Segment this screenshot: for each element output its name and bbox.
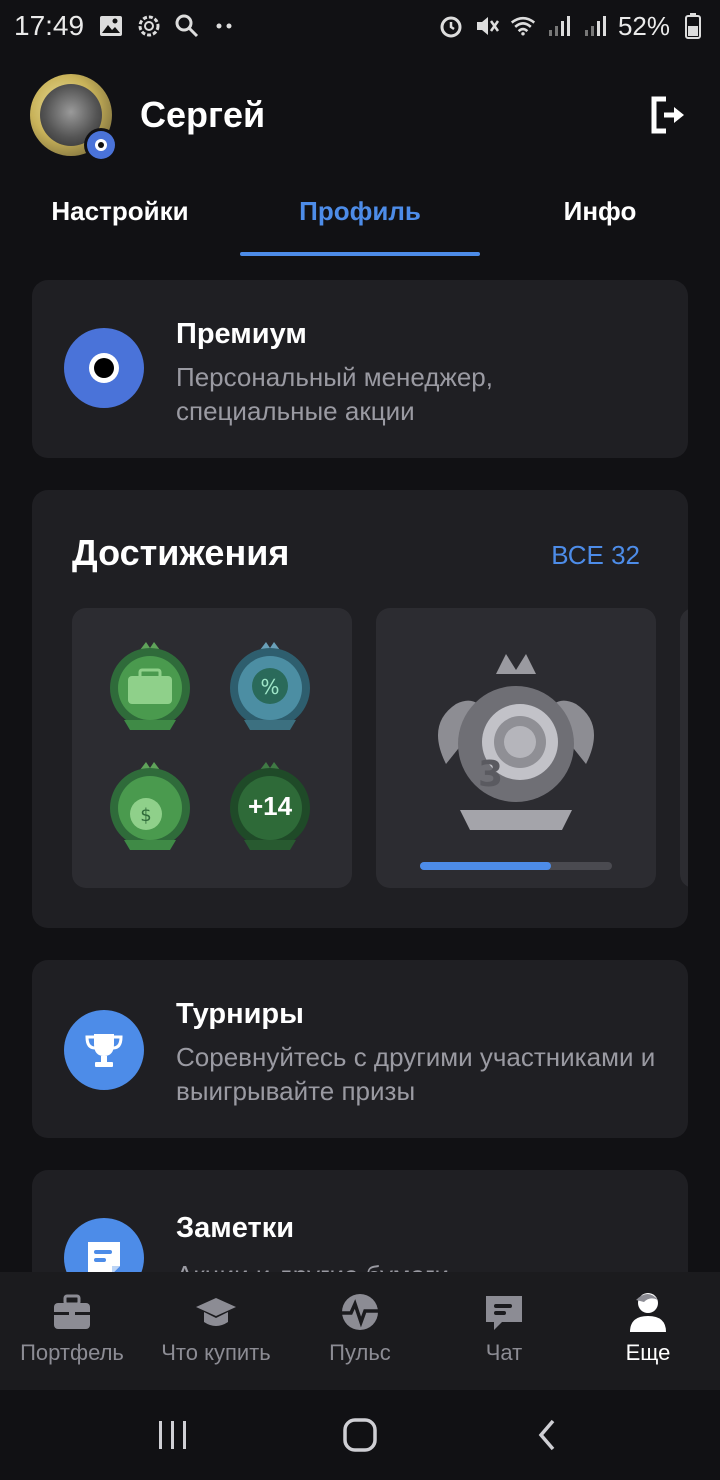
achievement-progress-fill: [420, 862, 551, 870]
alarm-icon: [438, 13, 464, 39]
nav-item-pulse[interactable]: Пульс: [288, 1272, 432, 1390]
battery-level: 52%: [617, 10, 670, 41]
premium-badge: [84, 128, 118, 162]
premium-card[interactable]: Премиум Персональный менеджер, специальн…: [32, 280, 688, 458]
status-time: 17:49: [14, 10, 85, 41]
achievements-card: Достижения ВСЕ 32 % $ +14 3: [32, 490, 688, 928]
nav-label-chat: Чат: [485, 1340, 523, 1365]
notes-title: Заметки: [176, 1212, 295, 1244]
tab-info[interactable]: Инфо: [480, 180, 720, 256]
status-icons-left: [98, 13, 238, 39]
graduation-cap-icon: [196, 1298, 236, 1326]
logout-icon[interactable]: [646, 93, 690, 137]
nav-item-portfolio[interactable]: Портфель: [0, 1272, 144, 1390]
back-icon[interactable]: [525, 1413, 569, 1457]
briefcase-icon: [54, 1294, 90, 1329]
premium-subtitle: Персональный менеджер, специальные акции: [176, 362, 493, 426]
tab-settings[interactable]: Настройки: [0, 180, 240, 256]
bottom-navigation: Портфель Что купить Пульс Чат Еще: [0, 1272, 720, 1390]
premium-icon: [64, 328, 144, 408]
achievements-title: Достижения: [72, 532, 290, 573]
signal-icon: [546, 13, 572, 39]
gallery-icon: [98, 13, 124, 39]
trophy-icon: [64, 1010, 144, 1090]
recent-apps-icon[interactable]: [151, 1413, 195, 1457]
svg-text:3: 3: [478, 754, 503, 795]
svg-text:%: %: [260, 675, 279, 699]
tournaments-subtitle: Соревнуйтесь с другими участниками и выи…: [176, 1042, 656, 1106]
briefcase-medal-icon: [102, 638, 198, 734]
profile-header: Сергей: [30, 70, 690, 162]
status-icons-right: 52%: [438, 11, 706, 42]
money-bag-medal-icon: $: [102, 758, 198, 854]
tab-profile[interactable]: Профиль: [240, 180, 480, 256]
mute-icon: [474, 13, 500, 39]
settings-gear-icon: [136, 13, 162, 39]
next-achievement-tile[interactable]: [680, 608, 688, 888]
wifi-icon: [510, 13, 536, 39]
svg-text:$: $: [140, 805, 151, 826]
pulse-icon: [342, 1294, 378, 1330]
system-navigation-bar: [0, 1390, 720, 1480]
nav-label-what-to-buy: Что купить: [161, 1340, 271, 1365]
nav-item-chat[interactable]: Чат: [432, 1272, 576, 1390]
achievements-all-link[interactable]: ВСЕ 32: [551, 540, 640, 571]
profile-tabs: Настройки Профиль Инфо: [0, 180, 720, 256]
more-dots-icon: [212, 13, 238, 39]
battery-icon: [680, 13, 706, 39]
tournaments-card[interactable]: Турниры Соревнуйтесь с другими участника…: [32, 960, 688, 1138]
more-medals-count: +14: [247, 790, 293, 821]
tournaments-title: Турниры: [176, 998, 304, 1030]
home-icon[interactable]: [338, 1413, 382, 1457]
nav-item-what-to-buy[interactable]: Что купить: [144, 1272, 288, 1390]
nav-item-more[interactable]: Еще: [576, 1272, 720, 1390]
status-bar: 17:49 52%: [0, 0, 720, 52]
nav-label-portfolio: Портфель: [20, 1340, 124, 1365]
premium-title: Премиум: [176, 318, 307, 350]
achievement-progress-bar: [420, 862, 612, 870]
person-icon: [630, 1293, 666, 1332]
nav-label-more: Еще: [625, 1340, 671, 1365]
coin-medal-icon: 3: [416, 644, 616, 844]
user-name: Сергей: [140, 94, 266, 135]
percent-medal-icon: %: [222, 638, 318, 734]
achievements-group-tile[interactable]: % $ +14: [72, 608, 352, 888]
coin-achievement-tile[interactable]: 3: [376, 608, 656, 888]
more-medals-badge: +14: [222, 758, 318, 854]
nav-label-pulse: Пульс: [329, 1340, 391, 1365]
search-icon: [174, 13, 200, 39]
chat-icon: [486, 1296, 522, 1330]
signal-2-icon: [582, 13, 608, 39]
avatar[interactable]: [30, 74, 118, 162]
